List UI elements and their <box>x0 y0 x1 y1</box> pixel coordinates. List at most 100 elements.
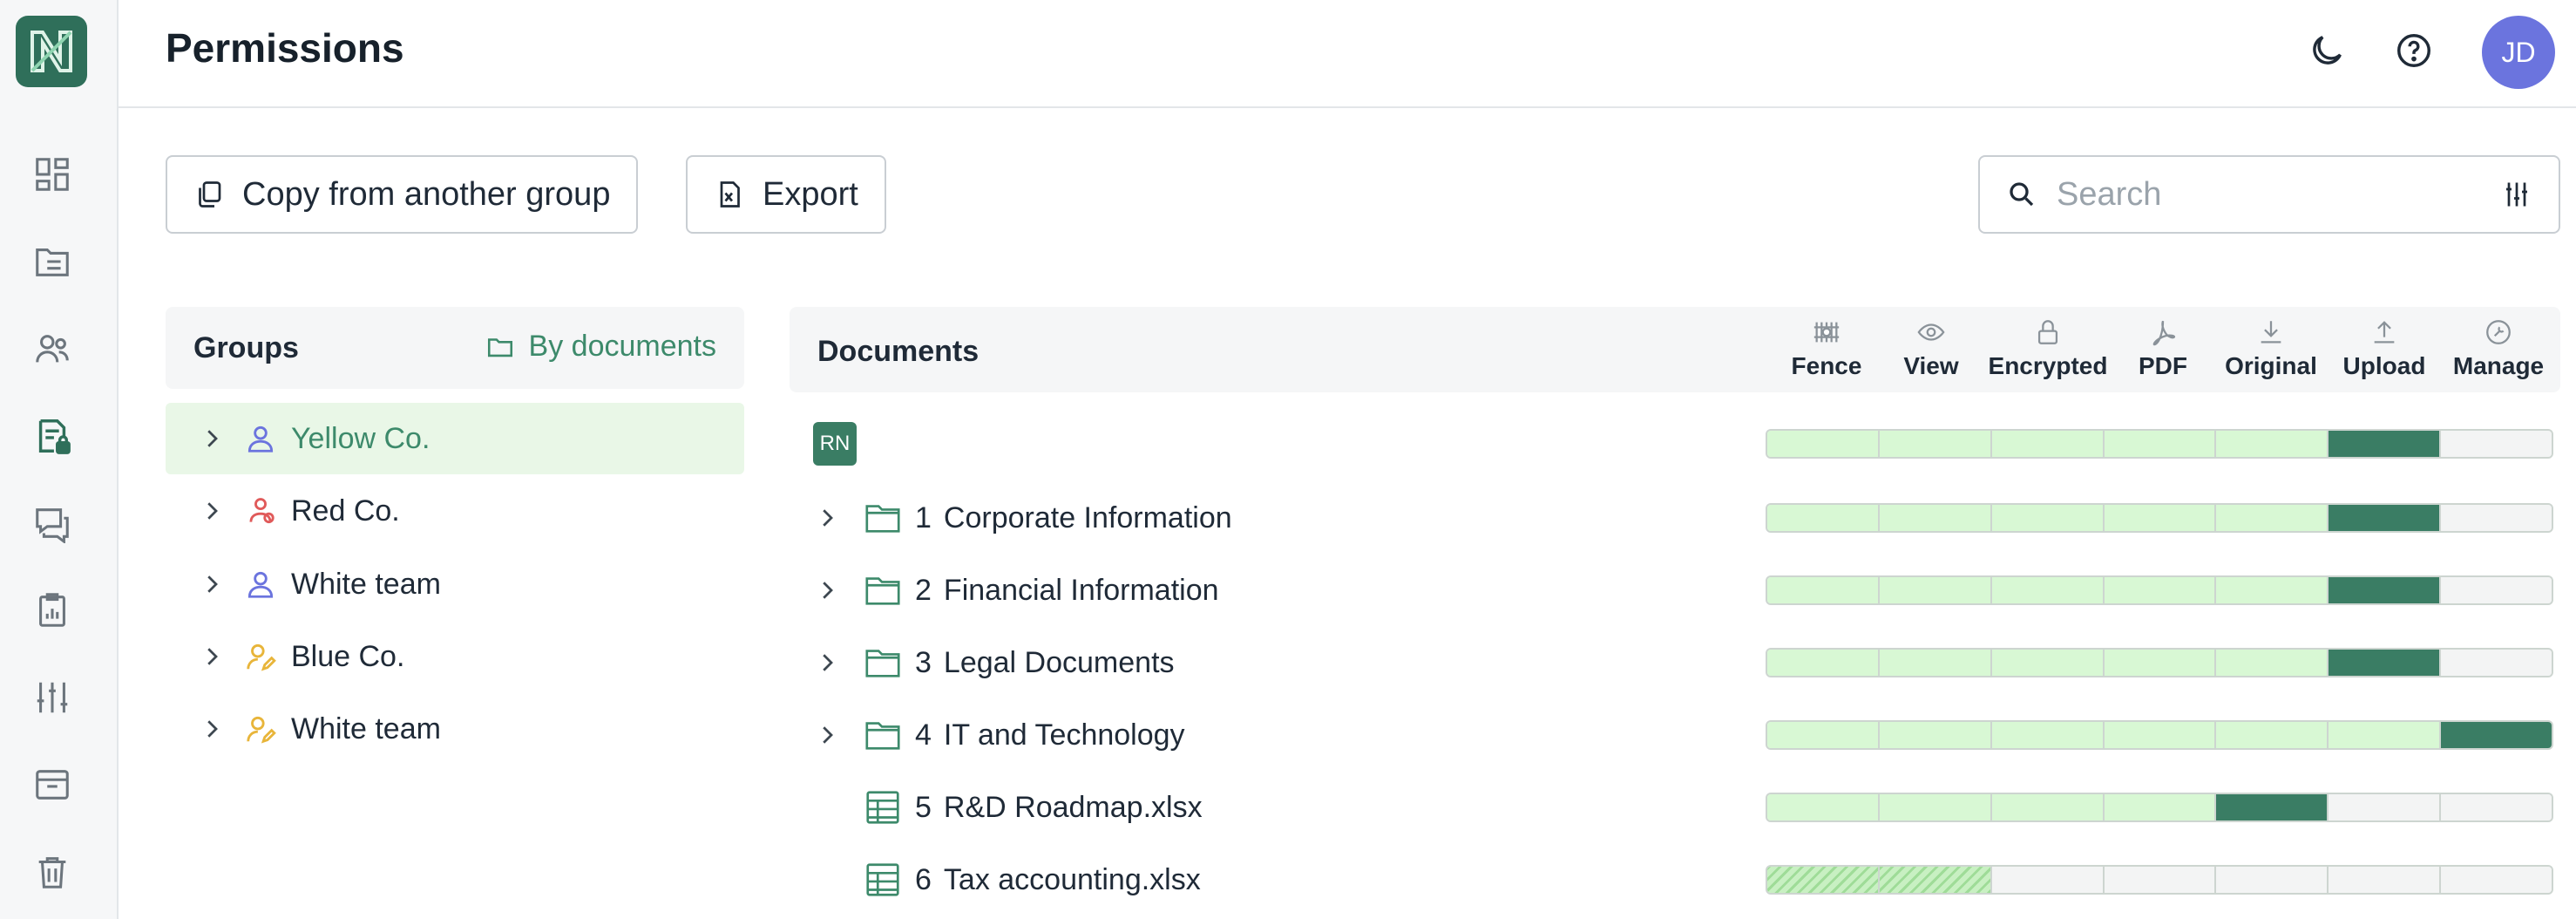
pdf-icon <box>2152 320 2176 346</box>
chevron-right-icon[interactable] <box>814 505 840 531</box>
download-icon <box>2261 321 2281 344</box>
permission-bar[interactable] <box>1766 575 2553 605</box>
top-header: Permissions JD <box>119 0 2576 108</box>
user-icon <box>247 571 274 598</box>
spreadsheet-icon <box>866 863 899 896</box>
fence-icon <box>1813 322 1840 343</box>
chevron-right-icon[interactable] <box>199 498 225 524</box>
document-row[interactable]: 6 Tax accounting.xlsx <box>790 854 1201 906</box>
by-documents-toggle[interactable]: By documents <box>485 330 716 364</box>
folder-icon <box>865 577 900 605</box>
column-label-manage: Manage <box>2452 352 2545 379</box>
documents-header: Documents Fence View Encrypted PDF Origi… <box>790 307 2560 392</box>
permission-bar[interactable] <box>1766 503 2553 533</box>
group-name: White team <box>291 711 441 745</box>
document-name: Legal Documents <box>943 645 1175 679</box>
column-fence: Fence <box>1785 317 1868 380</box>
permission-bar[interactable] <box>1766 793 2553 822</box>
document-row[interactable]: 5 R&D Roadmap.xlsx <box>790 781 1203 834</box>
chevron-right-icon[interactable] <box>199 571 225 597</box>
groups-title: Groups <box>193 331 299 364</box>
folder-icon <box>865 650 900 677</box>
sidebar <box>0 0 119 919</box>
permission-bar-root[interactable] <box>1766 429 2553 459</box>
documents-title: Documents <box>817 335 980 368</box>
chevron-right-icon[interactable] <box>814 577 840 603</box>
group-name: White team <box>291 567 441 601</box>
permission-bar[interactable] <box>1766 648 2553 677</box>
trash-icon[interactable] <box>31 851 73 893</box>
eye-icon <box>1917 323 1945 341</box>
help-icon[interactable] <box>2391 28 2437 73</box>
permission-bar[interactable] <box>1766 865 2553 895</box>
column-manage: Manage <box>2447 317 2550 380</box>
chevron-right-icon[interactable] <box>199 716 225 742</box>
upload-icon <box>2374 321 2395 344</box>
chevron-right-icon[interactable] <box>199 425 225 452</box>
document-row[interactable]: 3 Legal Documents <box>790 636 1175 689</box>
group-row-white-team[interactable]: White team <box>166 549 744 619</box>
copy-icon <box>199 181 221 208</box>
document-number: 3 <box>915 645 932 679</box>
user-edit-icon <box>247 643 276 671</box>
group-row-white-team-2[interactable]: White team <box>166 694 744 764</box>
search-input[interactable]: Search <box>1978 155 2560 234</box>
document-name: R&D Roadmap.xlsx <box>943 790 1203 824</box>
copy-from-group-button[interactable]: Copy from another group <box>166 155 639 234</box>
document-number: 2 <box>915 573 932 607</box>
column-upload: Upload <box>2339 317 2430 380</box>
document-row[interactable]: 4 IT and Technology <box>790 709 1185 761</box>
dark-mode-moon-icon[interactable] <box>2304 28 2349 73</box>
document-name: Corporate Information <box>943 500 1232 534</box>
document-name: Financial Information <box>943 573 1219 607</box>
users-icon[interactable] <box>31 328 73 370</box>
copy-button-label: Copy from another group <box>242 175 611 213</box>
document-row[interactable]: 2 Financial Information <box>790 564 1219 616</box>
chevron-right-icon[interactable] <box>199 643 225 670</box>
column-label-encrypted: Encrypted <box>1988 352 2108 379</box>
document-name: IT and Technology <box>943 718 1185 752</box>
by-documents-label: By documents <box>528 330 716 363</box>
root-badge[interactable]: RN <box>813 422 857 466</box>
export-button[interactable]: Export <box>686 155 886 234</box>
export-excel-icon <box>720 181 740 208</box>
groups-header: Groups By documents <box>166 307 744 389</box>
group-name: Blue Co. <box>291 639 405 673</box>
document-number: 5 <box>915 790 932 824</box>
column-encrypted: Encrypted <box>1985 317 2111 380</box>
export-button-label: Export <box>763 175 858 213</box>
user-avatar[interactable]: JD <box>2482 16 2555 89</box>
folder-icon <box>487 337 512 357</box>
group-row-red-co[interactable]: Red Co. <box>166 476 744 546</box>
chevron-right-icon[interactable] <box>814 650 840 676</box>
archive-icon[interactable] <box>31 764 73 806</box>
permission-bar[interactable] <box>1766 720 2553 750</box>
reports-icon[interactable] <box>31 589 73 631</box>
wrench-icon <box>2486 320 2511 344</box>
search-placeholder: Search <box>2057 175 2162 213</box>
column-label-upload: Upload <box>2342 352 2426 379</box>
documents-icon[interactable] <box>31 241 73 283</box>
column-label-pdf: PDF <box>2139 352 2187 379</box>
group-row-blue-co[interactable]: Blue Co. <box>166 622 744 691</box>
messages-icon[interactable] <box>31 502 73 544</box>
document-row[interactable]: 1 Corporate Information <box>790 492 1232 544</box>
spreadsheet-icon <box>866 791 899 824</box>
folder-icon <box>865 722 900 750</box>
filter-sliders-icon[interactable] <box>2501 179 2532 210</box>
settings-sliders-icon[interactable] <box>31 677 73 718</box>
dashboard-icon[interactable] <box>31 153 73 195</box>
document-number: 4 <box>915 718 932 752</box>
lock-icon <box>2037 320 2058 344</box>
document-name: Tax accounting.xlsx <box>943 862 1201 896</box>
group-name: Yellow Co. <box>291 421 430 455</box>
app-logo[interactable] <box>16 16 87 87</box>
search-icon <box>2010 182 2034 207</box>
folder-icon <box>865 505 900 533</box>
chevron-right-icon[interactable] <box>814 722 840 748</box>
page-title: Permissions <box>166 25 404 71</box>
group-row-yellow-co[interactable]: Yellow Co. <box>166 403 744 474</box>
user-group-icon <box>249 498 275 524</box>
permissions-icon[interactable] <box>31 415 73 457</box>
user-icon <box>247 425 274 453</box>
